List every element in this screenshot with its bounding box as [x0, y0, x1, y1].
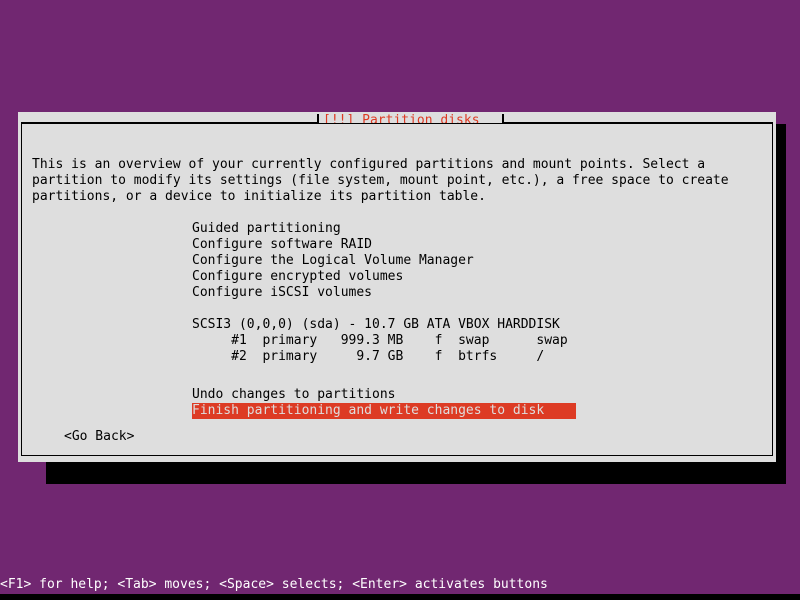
status-bar-hint: <F1> for help; <Tab> moves; <Space> sele…: [0, 576, 800, 594]
go-back-button[interactable]: <Go Back>: [64, 429, 134, 445]
bottom-black-strip: [0, 594, 800, 600]
finish-partitioning-item[interactable]: Finish partitioning and write changes to…: [192, 403, 576, 419]
partition-disks-dialog: [!!] Partition disks This is an overview…: [18, 112, 776, 462]
partitioning-options-menu[interactable]: Guided partitioning Configure software R…: [192, 221, 474, 301]
dialog-content: This is an overview of your currently co…: [21, 123, 773, 456]
dialog-description: This is an overview of your currently co…: [32, 157, 729, 204]
undo-changes-item[interactable]: Undo changes to partitions: [192, 387, 576, 403]
disk-device-partition-table[interactable]: SCSI3 (0,0,0) (sda) - 10.7 GB ATA VBOX H…: [192, 317, 568, 365]
partition-actions: Undo changes to partitions Finish partit…: [192, 387, 576, 419]
